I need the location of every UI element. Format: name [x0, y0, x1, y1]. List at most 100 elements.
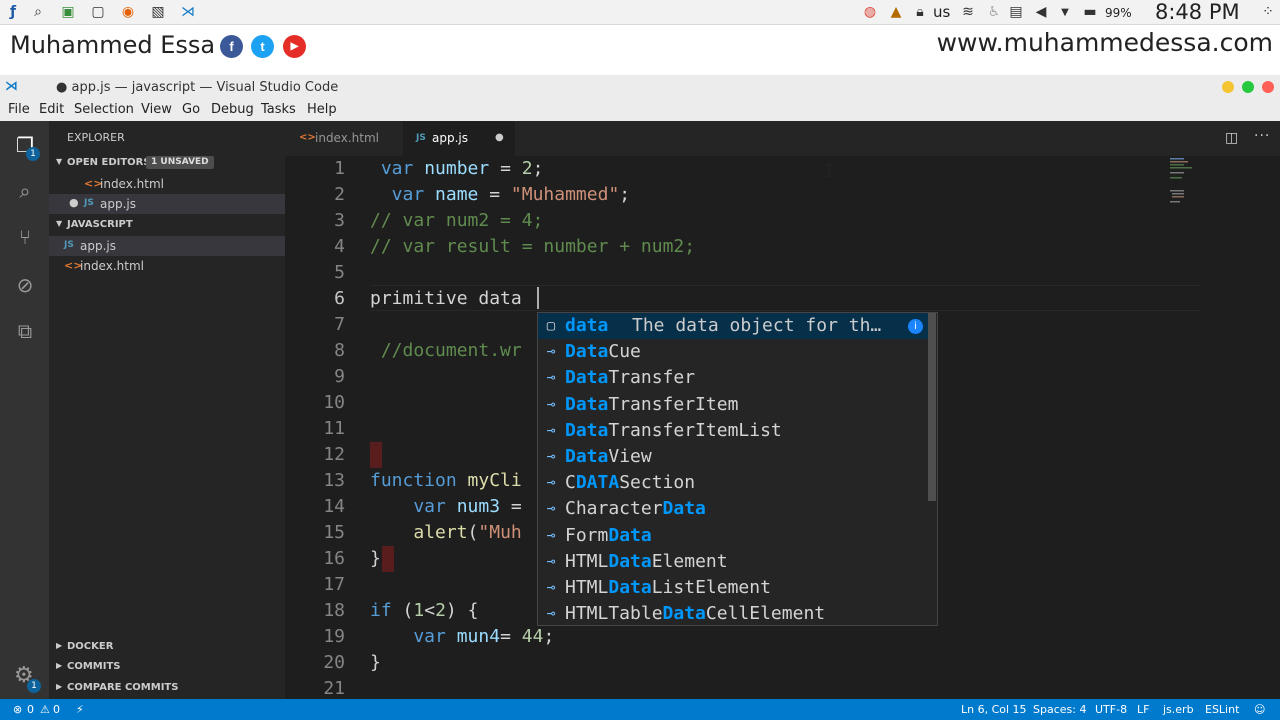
- suggestion-item[interactable]: ⊸ DataTransfer: [538, 365, 930, 391]
- image-viewer-icon[interactable]: ▧: [148, 3, 168, 22]
- suggestion-item[interactable]: ⊸ DataTransferItem: [538, 392, 930, 418]
- suggestion-label: data: [565, 315, 609, 336]
- suggest-scrollbar[interactable]: [928, 313, 936, 501]
- warning-count[interactable]: 0: [53, 703, 60, 716]
- minimize-button[interactable]: [1222, 81, 1234, 93]
- accessibility-icon[interactable]: ♿︎: [984, 3, 1004, 22]
- more-actions-icon[interactable]: ···: [1254, 128, 1270, 144]
- search-view-icon[interactable]: ⌕: [13, 179, 37, 203]
- language-mode[interactable]: js.erb: [1163, 703, 1194, 716]
- suggestion-item[interactable]: ⊸ HTMLTableDataCellElement: [538, 601, 930, 625]
- suggestion-item[interactable]: ⊸ DataView: [538, 444, 930, 470]
- branding-banner: Muhammed Essa f t ▶ www.muhammedessa.com: [0, 25, 1280, 75]
- file-tree-item[interactable]: <> index.html: [49, 256, 285, 276]
- error-count[interactable]: 0: [27, 703, 34, 716]
- mouse-text-cursor-icon: I: [824, 161, 835, 182]
- code-line: }: [370, 652, 381, 673]
- suggestion-item[interactable]: ⊸ HTMLDataListElement: [538, 575, 930, 601]
- menu-file[interactable]: File: [8, 102, 30, 117]
- open-editor-item[interactable]: ● JS app.js: [49, 194, 285, 214]
- line-number: 19: [323, 626, 345, 647]
- menu-edit[interactable]: Edit: [39, 102, 64, 117]
- suggestion-label: HTMLDataElement: [565, 550, 728, 572]
- open-editor-item[interactable]: <> index.html: [49, 174, 285, 194]
- chevron-right-icon: ▶: [56, 641, 63, 650]
- menu-selection[interactable]: Selection: [74, 102, 134, 117]
- line-number: 5: [334, 262, 345, 283]
- menu-tasks[interactable]: Tasks: [261, 102, 296, 117]
- compare-commits-section[interactable]: ▶ COMPARE COMMITS: [49, 678, 285, 698]
- window-title: ● app.js — javascript — Visual Studio Co…: [56, 80, 339, 95]
- source-control-icon[interactable]: ⑂: [13, 225, 37, 249]
- suggestion-detail: The data object for th…: [632, 315, 882, 336]
- status-bar: ⊗ 0 ⚠ 0 ⚡︎ Ln 6, Col 15 Spaces: 4 UTF-8 …: [0, 699, 1280, 720]
- info-icon[interactable]: i: [908, 319, 923, 334]
- clock[interactable]: 8:48 PM: [1155, 0, 1240, 25]
- file-tree-item[interactable]: JS app.js: [49, 236, 285, 256]
- debug-icon[interactable]: ⊘: [13, 273, 37, 297]
- errors-icon[interactable]: ⊗: [13, 703, 22, 716]
- line-number: 18: [323, 600, 345, 621]
- split-editor-icon[interactable]: ◫: [1225, 130, 1238, 146]
- vscode-taskbar-icon[interactable]: ⋊: [178, 3, 198, 22]
- docker-section[interactable]: ▶ DOCKER: [49, 637, 285, 657]
- volume-icon[interactable]: ◀: [1031, 3, 1051, 22]
- suggestion-item[interactable]: ⊸ FormData: [538, 523, 930, 549]
- warning-icon[interactable]: ⚠: [40, 703, 50, 716]
- suggestion-item[interactable]: ▢ data The data object for th… i: [538, 313, 930, 339]
- clipboard-icon[interactable]: ▤: [1006, 3, 1026, 22]
- suggestion-item[interactable]: ⊸ DataTransferItemList: [538, 418, 930, 444]
- keyboard-layout[interactable]: us: [933, 3, 950, 22]
- open-editors-section[interactable]: ▼ OPEN EDITORS 1 UNSAVED: [49, 153, 285, 173]
- cursor-position[interactable]: Ln 6, Col 15: [961, 703, 1027, 716]
- eslint-status[interactable]: ESLint: [1205, 703, 1239, 716]
- menu-view[interactable]: View: [141, 102, 172, 117]
- fedora-icon[interactable]: ƒ: [3, 3, 23, 22]
- encoding[interactable]: UTF-8: [1095, 703, 1127, 716]
- close-button[interactable]: [1262, 81, 1274, 93]
- suggestion-item[interactable]: ⊸ HTMLDataElement: [538, 549, 930, 575]
- extensions-icon[interactable]: ⧉: [13, 319, 37, 343]
- code-line: if (1<2) {: [370, 600, 479, 621]
- line-ending[interactable]: LF: [1137, 703, 1149, 716]
- folder-section[interactable]: ▼ JAVASCRIPT: [49, 215, 285, 235]
- indentation[interactable]: Spaces: 4: [1033, 703, 1086, 716]
- tab-index-html[interactable]: <> index.html: [285, 121, 403, 156]
- minimap[interactable]: [1170, 156, 1200, 206]
- chrome-icon[interactable]: ◍: [860, 3, 880, 22]
- menu-debug[interactable]: Debug: [211, 102, 254, 117]
- banner-url: www.muhammedessa.com: [936, 28, 1273, 57]
- menu-icon[interactable]: ⁘: [1258, 3, 1278, 22]
- text-caret: [537, 287, 539, 309]
- battery-icon[interactable]: ▬: [1080, 3, 1100, 22]
- tab-app-js[interactable]: JS app.js ●: [403, 121, 515, 156]
- suggestion-label: DataCue: [565, 341, 641, 363]
- lock-icon[interactable]: 🔒︎: [910, 3, 930, 22]
- suggestion-item[interactable]: ⊸ DataCue: [538, 339, 930, 365]
- suggestion-label: DataTransfer: [565, 367, 696, 389]
- commits-section[interactable]: ▶ COMMITS: [49, 657, 285, 677]
- wifi-icon[interactable]: ≋: [958, 3, 978, 22]
- suggestion-item[interactable]: ⊸ CDATASection: [538, 470, 930, 496]
- unsaved-dot-icon[interactable]: ●: [495, 132, 504, 143]
- editor-scrollbar[interactable]: [1266, 156, 1280, 699]
- youtube-icon: ▶: [283, 35, 306, 58]
- firefox-icon[interactable]: ◉: [118, 3, 138, 22]
- interface-icon: ⊸: [546, 422, 556, 439]
- suggestion-item[interactable]: ⊸ CharacterData: [538, 496, 930, 522]
- maximize-button[interactable]: [1242, 81, 1254, 93]
- chevron-down-icon[interactable]: ▼: [1055, 3, 1075, 22]
- menu-go[interactable]: Go: [182, 102, 200, 117]
- autocomplete-suggestions[interactable]: ▢ data The data object for th… i ⊸ DataCue ⊸ Da…: [537, 312, 938, 626]
- screen-recorder-icon[interactable]: ▢: [88, 3, 108, 22]
- vlc-icon[interactable]: ▲: [886, 3, 906, 22]
- menu-help[interactable]: Help: [307, 102, 337, 117]
- software-center-icon[interactable]: ▣: [58, 3, 78, 22]
- unsaved-dot-icon[interactable]: ●: [69, 196, 79, 209]
- explorer-badge: 1: [26, 147, 40, 161]
- smiley-feedback-icon[interactable]: ☺: [1254, 703, 1265, 716]
- lightning-icon[interactable]: ⚡︎: [76, 703, 84, 716]
- facebook-icon: f: [220, 35, 243, 58]
- code-line: var num3 =: [370, 496, 522, 517]
- search-icon[interactable]: ⌕: [28, 3, 48, 22]
